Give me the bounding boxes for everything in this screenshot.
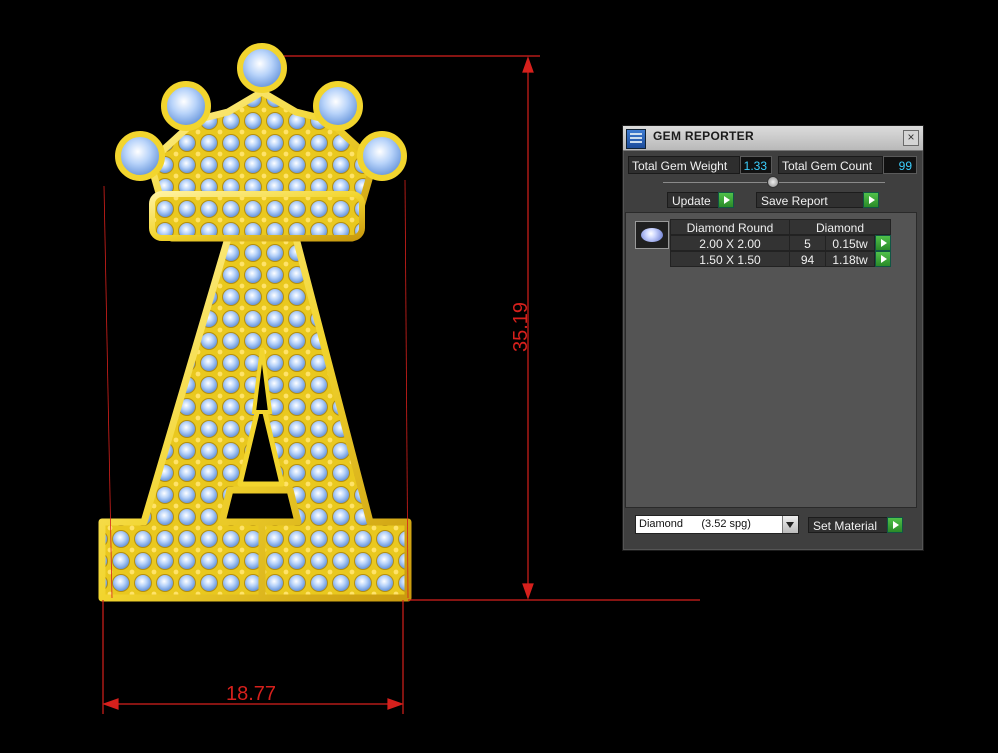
row-select-go-icon[interactable] (875, 235, 891, 251)
total-gem-count-label: Total Gem Count (778, 156, 883, 174)
gem-reporter-titlebar[interactable]: GEM REPORTER × (623, 126, 923, 151)
set-material-go-icon[interactable] (887, 517, 903, 533)
width-dimension-label: 18.77 (226, 683, 276, 705)
diamond-thumbnail-icon[interactable] (635, 221, 669, 249)
row-select-go-icon[interactable] (875, 251, 891, 267)
height-dimension-label: 35.19 (510, 302, 532, 352)
total-gem-weight-value: 1.33 (740, 156, 772, 174)
gem-reporter-panel: GEM REPORTER × Total Gem Weight 1.33 Tot… (622, 125, 924, 551)
row-weight: 0.15tw (825, 235, 875, 251)
set-material-button[interactable]: Set Material (808, 517, 888, 533)
gem-reporter-app-icon (626, 129, 646, 149)
column-header-shape: Diamond Round (670, 219, 790, 235)
splitter-knob[interactable] (767, 176, 779, 188)
save-report-go-icon[interactable] (863, 192, 879, 208)
total-gem-count-value: 99 (883, 156, 917, 174)
material-dropdown[interactable]: Diamond (3.52 spg) (635, 515, 799, 534)
update-go-icon[interactable] (718, 192, 734, 208)
material-dropdown-value: Diamond (3.52 spg) (639, 518, 751, 530)
row-size: 2.00 X 2.00 (670, 235, 790, 251)
column-header-material: Diamond (789, 219, 891, 235)
row-count: 94 (789, 251, 826, 267)
panel-title: GEM REPORTER (653, 129, 754, 143)
chevron-down-icon[interactable] (782, 516, 798, 533)
save-report-button[interactable]: Save Report (756, 192, 864, 208)
gem-report-area: Diamond Round Diamond 2.00 X 2.00 5 0.15… (625, 212, 917, 508)
row-weight: 1.18tw (825, 251, 875, 267)
pendant-crown (115, 43, 407, 242)
pendant-letter-a (98, 234, 412, 602)
total-gem-weight-label: Total Gem Weight (628, 156, 740, 174)
row-count: 5 (789, 235, 826, 251)
row-size: 1.50 X 1.50 (670, 251, 790, 267)
close-icon[interactable]: × (903, 130, 919, 146)
update-button[interactable]: Update (667, 192, 719, 208)
